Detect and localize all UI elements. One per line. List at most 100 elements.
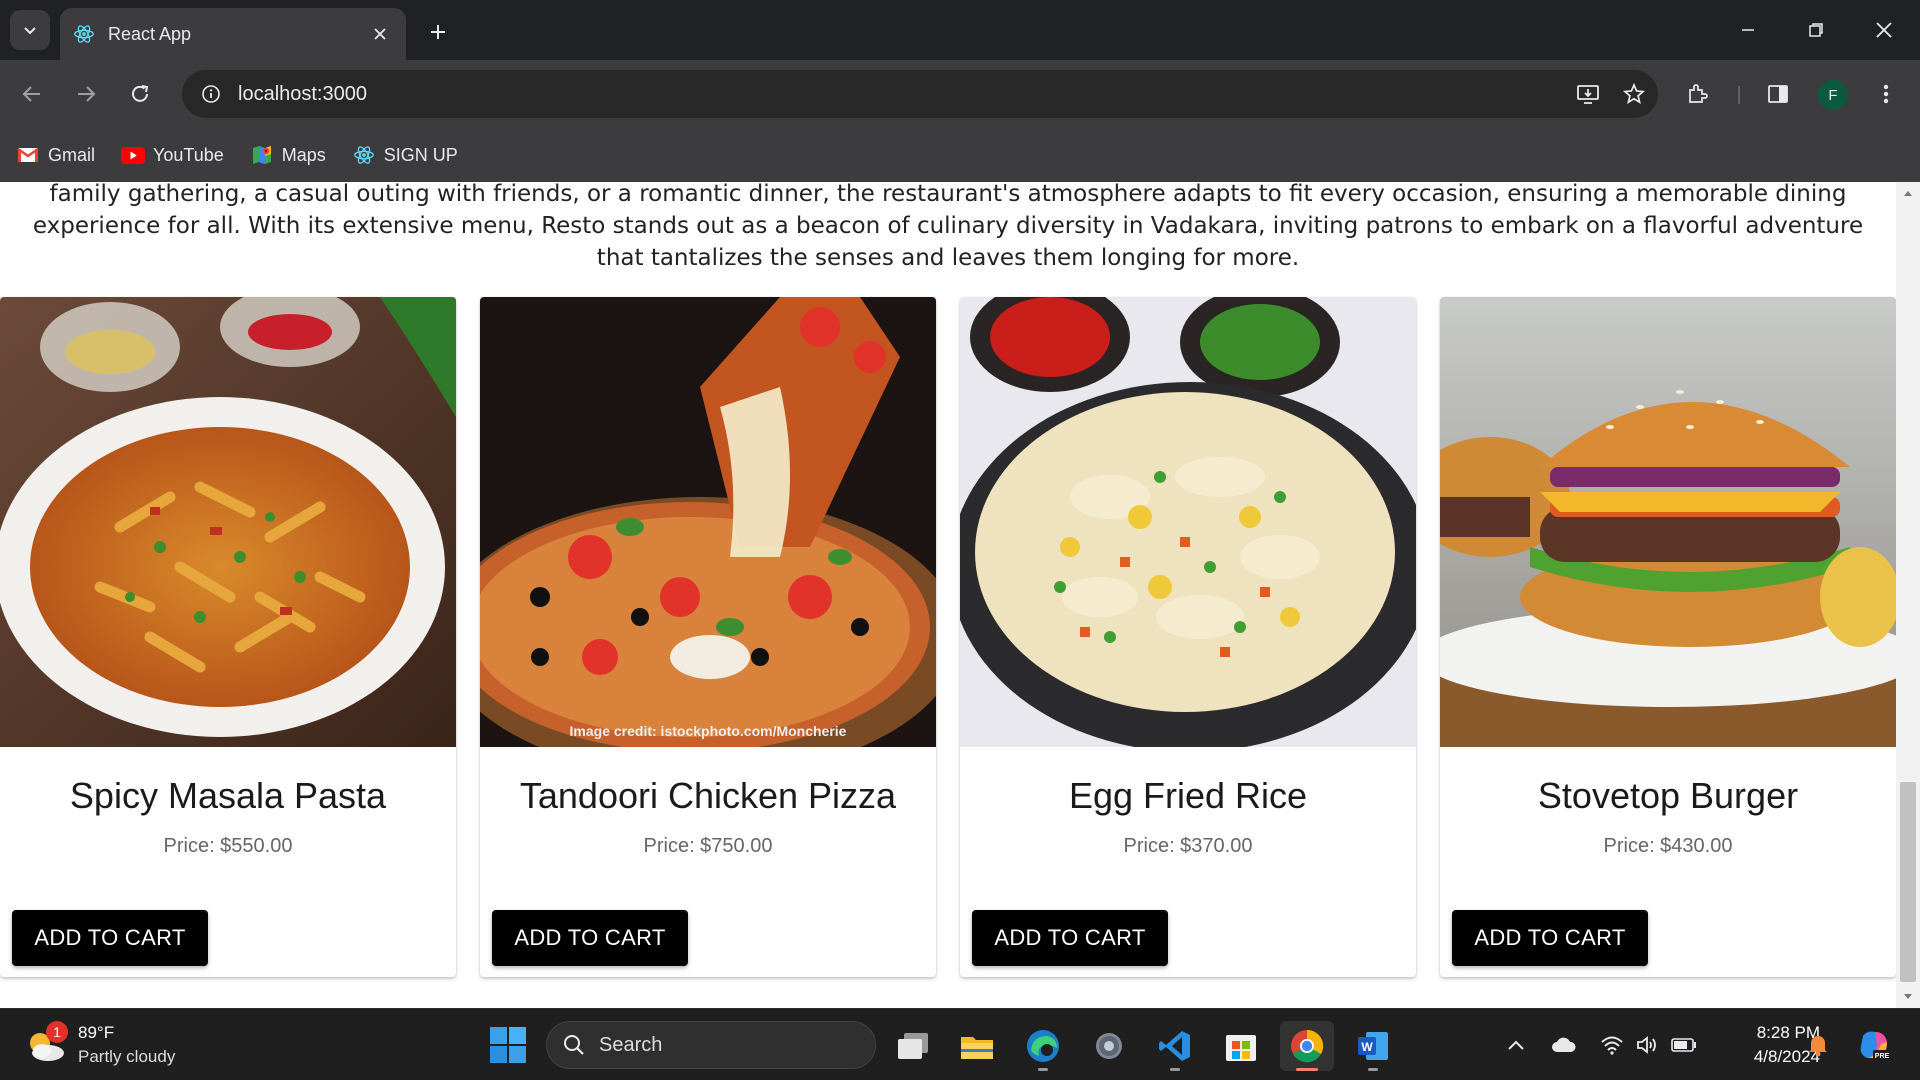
running-indicator [1296, 1068, 1318, 1071]
product-card: Spicy Masala Pasta Price: $550.00 ADD TO… [0, 297, 456, 977]
weather-temperature: 89°F [78, 1023, 115, 1042]
add-to-cart-button[interactable]: ADD TO CART [492, 910, 688, 966]
add-to-cart-button[interactable]: ADD TO CART [1452, 910, 1648, 966]
bookmark-gmail[interactable]: Gmail [16, 144, 95, 166]
product-price: Price: $550.00 [163, 835, 293, 857]
copilot-icon[interactable]: PRE [1856, 1027, 1892, 1063]
reload-icon [132, 85, 149, 102]
show-hidden-icons-chevron-up-icon[interactable] [1502, 1031, 1530, 1059]
side-panel-icon[interactable] [1760, 76, 1796, 112]
browser-tab-active[interactable]: React App [60, 8, 406, 60]
product-name: Tandoori Chicken Pizza [519, 775, 897, 816]
bookmarks-bar: Gmail YouTube Maps SIGN UP [0, 128, 1920, 182]
reload-button[interactable] [122, 76, 158, 112]
add-to-cart-button[interactable]: ADD TO CART [12, 910, 208, 966]
onedrive-cloud-icon[interactable] [1550, 1031, 1578, 1059]
start-button[interactable] [488, 1025, 528, 1065]
toolbar-divider [1738, 86, 1740, 104]
restore-button[interactable] [1782, 0, 1850, 60]
back-button[interactable] [14, 76, 50, 112]
product-grid: Spicy Masala Pasta Price: $550.00 ADD TO… [0, 297, 1896, 977]
settings-button[interactable] [1082, 1021, 1136, 1071]
browser-tab-bar: React App [0, 0, 1920, 60]
arrow-right-icon [78, 86, 96, 102]
product-image [0, 297, 456, 747]
image-credit: Image credit: istockphoto.com/Moncherie [569, 723, 847, 739]
more-menu-icon[interactable] [1868, 76, 1904, 112]
weather-widget[interactable]: 1 89°F Partly cloudy [24, 1019, 175, 1071]
task-view-button[interactable] [886, 1021, 940, 1071]
plus-icon [431, 25, 445, 39]
chrome-icon [1291, 1029, 1324, 1063]
close-window-button[interactable] [1850, 0, 1918, 60]
bookmark-star-icon[interactable] [1614, 70, 1654, 118]
search-placeholder: Search [599, 1033, 663, 1056]
windows-icon [490, 1027, 526, 1063]
svg-text:PRE: PRE [1875, 1053, 1890, 1060]
file-explorer-button[interactable] [950, 1021, 1004, 1071]
notification-badge: 1 [46, 1021, 68, 1043]
word-icon: W [1358, 1032, 1388, 1060]
bookmark-label: Maps [281, 144, 326, 165]
close-tab-icon[interactable] [368, 22, 392, 46]
weather-condition: Partly cloudy [78, 1047, 176, 1066]
search-icon [564, 1035, 584, 1055]
folder-icon [961, 1037, 993, 1059]
install-app-icon[interactable] [1568, 70, 1608, 118]
add-to-cart-button[interactable]: ADD TO CART [972, 910, 1168, 966]
product-price: Price: $750.00 [643, 835, 773, 857]
bookmark-maps[interactable]: Maps [250, 144, 326, 166]
svg-text:W: W [1361, 1040, 1373, 1054]
chevron-down-icon [24, 27, 36, 35]
product-card: Image credit: istockphoto.com/Moncherie … [480, 297, 936, 977]
gear-icon [1096, 1033, 1122, 1059]
wifi-icon[interactable] [1598, 1031, 1626, 1059]
scroll-down-arrow-icon[interactable] [1896, 986, 1920, 1008]
minimize-icon [1742, 29, 1754, 31]
battery-icon[interactable] [1670, 1031, 1698, 1059]
product-image [1440, 297, 1896, 747]
scrollbar-thumb[interactable] [1900, 782, 1916, 982]
page-scrollbar[interactable] [1896, 182, 1920, 1008]
product-image: Image credit: istockphoto.com/Moncherie [480, 297, 936, 747]
bookmark-label: SIGN UP [383, 144, 458, 165]
address-bar[interactable]: localhost:3000 [182, 70, 1658, 118]
profile-avatar[interactable]: F [1818, 80, 1848, 110]
minimize-button[interactable] [1714, 0, 1782, 60]
windows-taskbar: 1 89°F Partly cloudy Search W 8:28 PM 4/… [0, 1008, 1920, 1080]
gmail-icon [16, 144, 40, 166]
product-name: Spicy Masala Pasta [69, 775, 387, 816]
product-image [960, 297, 1416, 747]
bookmark-label: Gmail [48, 144, 96, 165]
extensions-icon[interactable] [1680, 76, 1716, 112]
product-price: Price: $430.00 [1603, 835, 1733, 857]
bookmark-label: YouTube [153, 144, 224, 165]
new-tab-button[interactable] [420, 14, 456, 50]
running-indicator [1368, 1068, 1378, 1071]
product-card: Stovetop Burger Price: $430.00 ADD TO CA… [1440, 297, 1896, 977]
forward-button[interactable] [68, 76, 104, 112]
tab-search-button[interactable] [10, 10, 50, 50]
taskbar-search[interactable]: Search [546, 1021, 876, 1069]
restore-icon [1809, 23, 1823, 37]
task-view-icon [898, 1033, 928, 1059]
volume-icon[interactable] [1634, 1031, 1662, 1059]
edge-button[interactable] [1016, 1021, 1070, 1071]
vscode-button[interactable] [1148, 1021, 1202, 1071]
react-icon [72, 22, 96, 46]
bookmark-sign-up[interactable]: SIGN UP [352, 144, 458, 166]
edge-icon [1027, 1030, 1059, 1062]
tab-title: React App [108, 23, 192, 44]
chrome-button[interactable] [1280, 1021, 1334, 1071]
product-name: Egg Fried Rice [1068, 775, 1308, 816]
vscode-icon [1159, 1031, 1190, 1061]
page-viewport: family gathering, a casual outing with f… [0, 182, 1920, 1008]
microsoft-store-button[interactable] [1214, 1021, 1268, 1071]
restaurant-description: family gathering, a casual outing with f… [32, 182, 1864, 271]
notification-bell-icon[interactable] [1804, 1031, 1832, 1059]
bookmark-youtube[interactable]: YouTube [121, 144, 224, 166]
scroll-up-arrow-icon[interactable] [1896, 182, 1920, 204]
word-button[interactable]: W [1346, 1021, 1400, 1071]
site-info-icon[interactable] [196, 79, 226, 109]
partly-cloudy-icon: 1 [24, 1021, 68, 1067]
